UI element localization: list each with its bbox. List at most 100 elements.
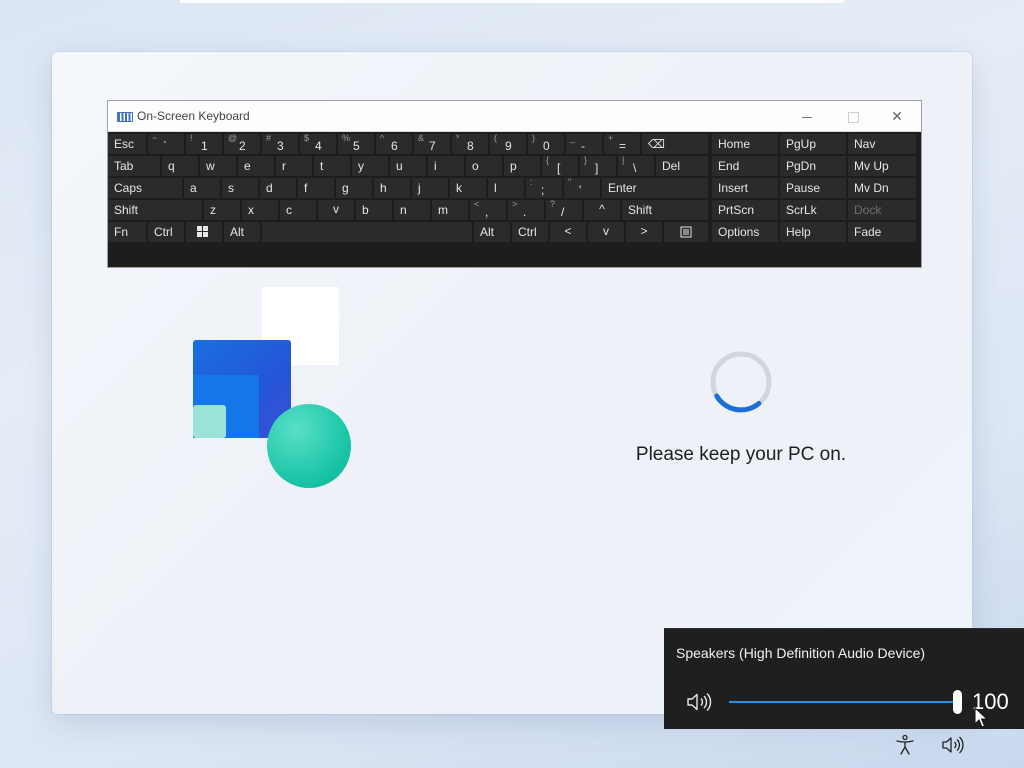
osk-key-pgdn[interactable]: PgDn — [780, 156, 846, 176]
osk-key-fade[interactable]: Fade — [848, 222, 916, 242]
key-main-label: ` — [163, 139, 167, 153]
osk-key-1[interactable]: ! 1 — [186, 133, 222, 154]
osk-key-9[interactable]: (9 — [490, 133, 526, 154]
osk-key-6[interactable]: ^ 6 — [376, 133, 412, 154]
osk-key-v[interactable]: v — [318, 200, 354, 220]
osk-key-][interactable]: }] — [580, 155, 616, 176]
osk-key-caps[interactable]: Caps — [108, 178, 182, 198]
osk-key--[interactable]: ⌫ — [642, 134, 708, 154]
osk-key-options[interactable]: Options — [712, 222, 778, 242]
osk-key-4[interactable]: $4 — [300, 133, 336, 154]
osk-key-ctrl[interactable]: Ctrl — [512, 222, 548, 242]
osk-key-h[interactable]: h — [374, 178, 410, 198]
key-label: Enter — [608, 181, 637, 195]
osk-key-c[interactable]: c — [280, 200, 316, 220]
close-button[interactable]: ✕ — [874, 101, 920, 131]
minimize-button[interactable] — [784, 101, 830, 131]
osk-key-`[interactable]: ~ ` — [148, 133, 184, 154]
osk-key-esc[interactable]: Esc — [108, 134, 146, 154]
osk-key-/[interactable]: ? / — [546, 199, 582, 220]
key-label: r — [282, 159, 286, 173]
osk-key-x[interactable]: x — [242, 200, 278, 220]
osk-key-k[interactable]: k — [450, 178, 486, 198]
osk-key-shift[interactable]: Shift — [622, 200, 708, 220]
osk-key-5[interactable]: % 5 — [338, 133, 374, 154]
osk-key-space[interactable] — [262, 222, 472, 242]
osk-key-mv-up[interactable]: Mv Up — [848, 156, 916, 176]
osk-key-j[interactable]: j — [412, 178, 448, 198]
osk-key-y[interactable]: y — [352, 156, 388, 176]
osk-key-=[interactable]: + = — [604, 133, 640, 154]
osk-key-b[interactable]: b — [356, 200, 392, 220]
osk-key-help[interactable]: Help — [780, 222, 846, 242]
osk-key-q[interactable]: q — [162, 156, 198, 176]
osk-key-ctrl[interactable]: Ctrl — [148, 222, 184, 242]
osk-key-menu[interactable] — [664, 222, 708, 242]
osk-key-del[interactable]: Del — [656, 156, 708, 176]
osk-title-bar[interactable]: On-Screen Keyboard ✕ — [108, 101, 921, 132]
osk-key-8[interactable]: * 8 — [452, 133, 488, 154]
osk-key-fn[interactable]: Fn — [108, 222, 146, 242]
osk-key-z[interactable]: z — [204, 200, 240, 220]
osk-key-'[interactable]: " ' — [564, 177, 600, 198]
osk-key-alt[interactable]: Alt — [224, 222, 260, 242]
osk-key-w[interactable]: w — [200, 156, 236, 176]
osk-key-v[interactable]: v — [588, 222, 624, 242]
key-label: o — [472, 159, 479, 173]
osk-key--[interactable]: < — [550, 222, 586, 242]
osk-key-mv-dn[interactable]: Mv Dn — [848, 178, 916, 198]
osk-key-enter[interactable]: Enter — [602, 178, 708, 198]
osk-key-p[interactable]: p — [504, 156, 540, 176]
accessibility-icon[interactable] — [893, 733, 917, 757]
osk-key-l[interactable]: l — [488, 178, 524, 198]
osk-key-prtscn[interactable]: PrtScn — [712, 200, 778, 220]
osk-key-0[interactable]: ) 0 — [528, 133, 564, 154]
osk-key-t[interactable]: t — [314, 156, 350, 176]
speaker-icon[interactable] — [686, 691, 712, 713]
osk-key-tab[interactable]: Tab — [108, 156, 160, 176]
osk-key-scrlk[interactable]: ScrLk — [780, 200, 846, 220]
osk-key-\[interactable]: | \ — [618, 155, 654, 176]
osk-key-shift[interactable]: Shift — [108, 200, 202, 220]
volume-slider-thumb[interactable] — [953, 690, 962, 714]
osk-key-2[interactable]: @2 — [224, 133, 260, 154]
key-main-label: / — [561, 205, 565, 219]
osk-key-;[interactable]: :; — [526, 177, 562, 198]
osk-key-nav[interactable]: Nav — [848, 134, 916, 154]
osk-key-o[interactable]: o — [466, 156, 502, 176]
osk-key-f[interactable]: f — [298, 178, 334, 198]
osk-key-m[interactable]: m — [432, 200, 468, 220]
key-label: > — [640, 224, 648, 238]
osk-key-d[interactable]: d — [260, 178, 296, 198]
osk-key-insert[interactable]: Insert — [712, 178, 778, 198]
osk-key-e[interactable]: e — [238, 156, 274, 176]
osk-key-pgup[interactable]: PgUp — [780, 134, 846, 154]
osk-key-alt[interactable]: Alt — [474, 222, 510, 242]
osk-key-pause[interactable]: Pause — [780, 178, 846, 198]
on-screen-keyboard-window[interactable]: On-Screen Keyboard ✕ Esc ~ `! 1 @2 #3 $4% 5 ^ 6 & 7… — [107, 100, 922, 268]
osk-key-a[interactable]: a — [184, 178, 220, 198]
osk-key-3[interactable]: #3 — [262, 133, 298, 154]
key-main-label: - — [581, 139, 585, 153]
osk-key-end[interactable]: End — [712, 156, 778, 176]
volume-slider-track[interactable] — [729, 701, 959, 703]
illustration-teal-circle — [267, 404, 351, 488]
osk-key-g[interactable]: g — [336, 178, 372, 198]
osk-key-s[interactable]: s — [222, 178, 258, 198]
status-message: Please keep your PC on. — [635, 444, 847, 465]
osk-key-home[interactable]: Home — [712, 134, 778, 154]
osk-key-windows[interactable] — [186, 222, 222, 242]
osk-key--[interactable]: ^ — [584, 200, 620, 220]
osk-key-r[interactable]: r — [276, 156, 312, 176]
osk-key--[interactable]: _ - — [566, 133, 602, 154]
osk-key-.[interactable]: >. — [508, 199, 544, 220]
volume-icon[interactable] — [941, 733, 965, 757]
osk-key-7[interactable]: & 7 — [414, 133, 450, 154]
osk-key--[interactable]: > — [626, 222, 662, 242]
key-shift-label: } — [584, 155, 588, 165]
osk-key-u[interactable]: u — [390, 156, 426, 176]
osk-key-,[interactable]: <, — [470, 199, 506, 220]
osk-key-n[interactable]: n — [394, 200, 430, 220]
osk-key-[[interactable]: {[ — [542, 155, 578, 176]
osk-key-i[interactable]: i — [428, 156, 464, 176]
